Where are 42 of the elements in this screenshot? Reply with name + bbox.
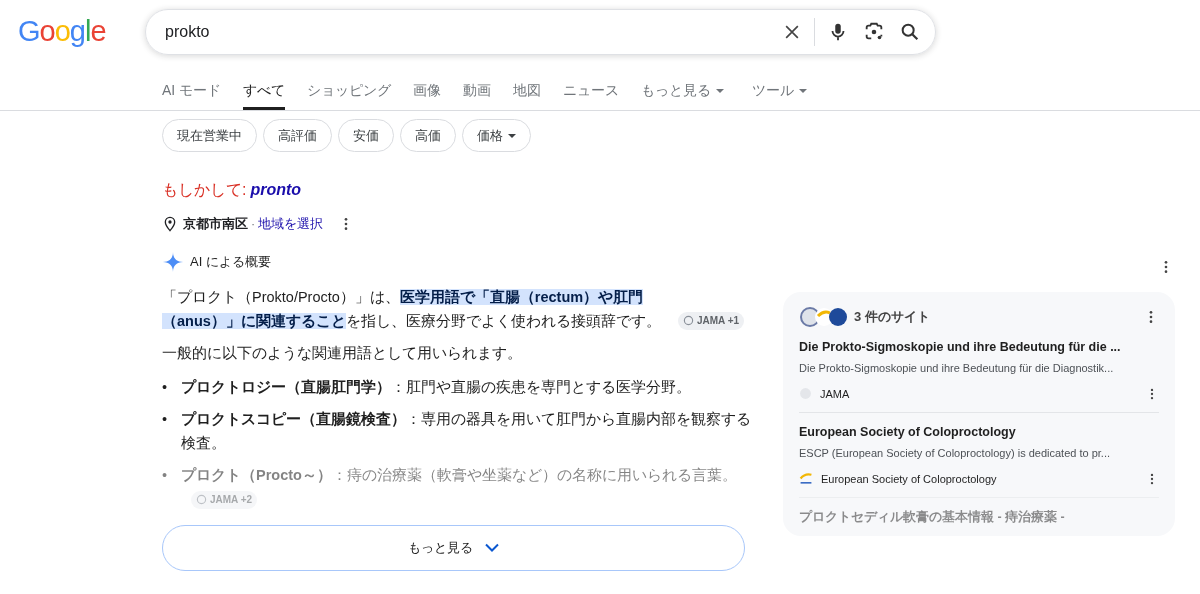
did-you-mean-label: もしかして: — [162, 180, 247, 200]
source-site-name: European Society of Coloproctology — [821, 471, 998, 487]
search-tab[interactable]: すべて — [243, 64, 286, 110]
google-logo[interactable]: Google — [18, 10, 128, 54]
ai-overview-title: AI による概要 — [190, 253, 271, 271]
search-tab[interactable]: 地図 — [513, 64, 542, 110]
search-tab[interactable]: ニュース — [563, 64, 620, 110]
bullet-dot: • — [162, 377, 169, 397]
bullet-text: プロクト（Procto～）：痔の治療薬（軟膏や坐薬など）の名称に用いられる言葉。 JAMA +2 — [181, 462, 752, 511]
bullet-dot: • — [162, 409, 169, 429]
search-tab[interactable]: もっと見る — [641, 64, 725, 110]
source-item[interactable]: Die Prokto-Sigmoskopie und ihre Bedeutung für die ... Die Prokto-Sigmoskopie und ihre Bedeutung für die Diagnostik... JAMA — [799, 328, 1159, 412]
site-logo-icon — [799, 472, 813, 486]
search-query: prokto — [165, 22, 211, 42]
source-snippet: Die Prokto-Sigmoskopie und ihre Bedeutung für die Diagnostik... — [799, 361, 1115, 376]
source-item[interactable]: European Society of Coloproctology ESCP (European Society of Coloproctology) is dedicated to pr... European Society of Coloproctology — [799, 412, 1159, 497]
search-tab[interactable]: ショッピング — [307, 64, 392, 110]
search-tab[interactable]: AI モード — [162, 64, 222, 110]
search-tab[interactable]: 動画 — [463, 64, 492, 110]
search-tab[interactable]: ツール — [752, 64, 808, 110]
source-snippet: ESCP (European Society of Coloproctology) is dedicated to pr... — [799, 446, 1112, 461]
location-name: 京都市南区 — [183, 216, 248, 233]
search-icon[interactable] — [899, 21, 921, 43]
search-tab[interactable]: 画像 — [413, 64, 442, 110]
globe-icon — [683, 315, 694, 327]
source-title: Die Prokto-Sigmoskopie und ihre Bedeutung für die ... — [799, 339, 1122, 356]
overview-lead-text: 一般的に以下のような関連用語として用いられます。 — [162, 343, 523, 363]
citation-chip[interactable]: JAMA +1 — [678, 311, 745, 330]
chevron-down-icon — [485, 543, 499, 552]
bullet-text: プロクトロジー（直腸肛門学）：肛門や直腸の疾患を専門とする医学分野。 — [181, 377, 691, 397]
bullet-dot: • — [162, 465, 169, 485]
globe-icon — [196, 494, 207, 506]
sources-count: 3 件のサイト — [854, 308, 931, 327]
source-title: European Society of Coloproctology — [799, 424, 1017, 441]
source-site-name: JAMA — [820, 386, 851, 402]
source-title: プロクトセディル軟膏の基本情報 - 痔治療薬 - — [799, 509, 1066, 526]
separator-dot: · — [251, 216, 256, 233]
choose-region-link[interactable]: 地域を選択 — [258, 215, 324, 234]
suggestion-link[interactable]: pronto — [250, 178, 302, 202]
location-pin-icon — [162, 216, 178, 233]
bullet-text: プロクトスコピー（直腸鏡検査）：専用の器具を用いて肛門から直腸内部を観察する検査。 — [181, 409, 752, 453]
site-logos-icon — [799, 306, 849, 328]
